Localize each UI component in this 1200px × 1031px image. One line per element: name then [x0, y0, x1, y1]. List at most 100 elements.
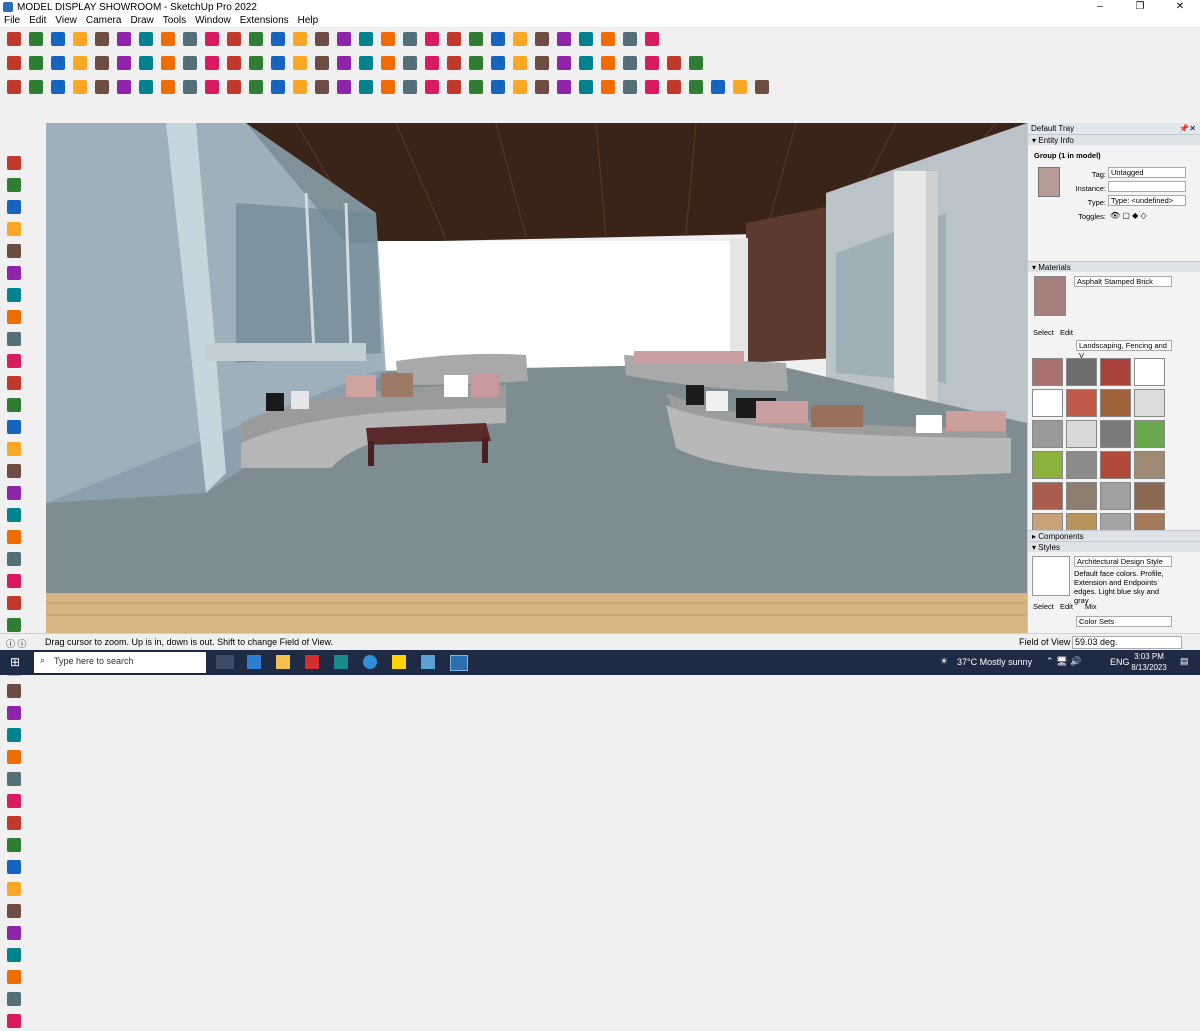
shear-icon[interactable] [290, 78, 309, 97]
styles-section-header[interactable]: ▾ Styles [1028, 541, 1200, 552]
model-viewport[interactable] [46, 123, 1027, 633]
line-icon[interactable] [4, 285, 23, 305]
redo-icon[interactable] [620, 30, 639, 49]
union-icon[interactable] [532, 54, 551, 73]
sun-icon[interactable] [686, 54, 705, 73]
entity-material-swatch[interactable] [1038, 167, 1060, 197]
material-swatch[interactable] [1066, 451, 1097, 479]
clock-date[interactable]: 8/13/2023 [1129, 663, 1169, 672]
material-swatch[interactable] [1134, 420, 1165, 448]
window-icon[interactable] [510, 78, 529, 97]
task-view-icon[interactable] [216, 655, 234, 669]
menu-camera[interactable]: Camera [86, 15, 122, 26]
shapes-icon[interactable] [114, 30, 133, 49]
outer-shell-icon[interactable] [510, 54, 529, 73]
wall-icon[interactable] [466, 78, 485, 97]
move-icon[interactable] [180, 30, 199, 49]
protractor-icon[interactable] [4, 681, 23, 701]
material-swatch[interactable] [1066, 358, 1097, 386]
warehouse-icon[interactable] [532, 30, 551, 49]
trim-icon[interactable] [576, 54, 595, 73]
language-indicator[interactable]: ENG [1110, 657, 1130, 667]
material-name-input[interactable]: Asphalt Stamped Brick [1074, 276, 1172, 287]
section-cuts-icon[interactable] [4, 1011, 23, 1031]
material-swatch[interactable] [1066, 420, 1097, 448]
menu-file[interactable]: File [4, 15, 20, 26]
menu-window[interactable]: Window [195, 15, 231, 26]
material-swatch[interactable] [1100, 482, 1131, 510]
top-icon[interactable] [92, 54, 111, 73]
edge-icon[interactable] [363, 655, 377, 669]
split-icon[interactable] [598, 54, 617, 73]
pan-icon[interactable] [378, 30, 397, 49]
undo-icon[interactable] [598, 30, 617, 49]
protractor-icon[interactable] [334, 30, 353, 49]
rotated-rect-icon[interactable] [4, 351, 23, 371]
store-icon[interactable] [334, 655, 348, 669]
material-swatch[interactable] [1100, 420, 1131, 448]
close-button[interactable]: ✕ [1160, 0, 1200, 14]
loft-icon[interactable] [202, 78, 221, 97]
select-icon[interactable] [26, 30, 45, 49]
views-icon[interactable] [48, 54, 67, 73]
toggles-icons[interactable]: 👁 ▢ ◆ ◇ [1110, 211, 1147, 220]
scale-tool-icon[interactable] [752, 78, 771, 97]
two-point-arc-icon[interactable] [4, 461, 23, 481]
spline-icon[interactable] [180, 78, 199, 97]
file-explorer-icon[interactable] [276, 655, 290, 669]
menu-help[interactable]: Help [298, 15, 319, 26]
windows-start-icon[interactable]: ⊞ [10, 655, 20, 669]
extrude-icon[interactable] [224, 78, 243, 97]
dimension-icon[interactable] [642, 78, 661, 97]
current-material-swatch[interactable] [1034, 276, 1066, 316]
styles-tab-edit[interactable]: Edit [1060, 602, 1073, 611]
subtract-icon[interactable] [554, 54, 573, 73]
materials-tab-select[interactable]: Select [1033, 328, 1054, 337]
align-icon[interactable] [422, 78, 441, 97]
pin-icon[interactable]: 📌✕ [1179, 123, 1196, 134]
menu-tools[interactable]: Tools [163, 15, 186, 26]
rotate-icon[interactable] [202, 30, 221, 49]
label-icon[interactable] [620, 78, 639, 97]
type-dropdown[interactable]: Type: <undefined> [1108, 195, 1186, 206]
push-pull-icon[interactable] [4, 527, 23, 547]
zoom-window-icon[interactable] [400, 30, 419, 49]
paint-icon[interactable] [4, 197, 23, 217]
instance-input[interactable] [1108, 181, 1186, 192]
arc-icon[interactable] [92, 30, 111, 49]
clock-time[interactable]: 3:03 PM [1133, 652, 1165, 661]
material-swatch[interactable] [1032, 420, 1063, 448]
notification-icon[interactable]: ▤ [1180, 656, 1189, 667]
cylinder-icon[interactable] [26, 78, 45, 97]
components-icon[interactable] [4, 241, 23, 261]
push-pull-icon[interactable] [158, 30, 177, 49]
intersect-icon[interactable] [466, 30, 485, 49]
materials-tab-edit[interactable]: Edit [1060, 328, 1073, 337]
zoom-extents-icon[interactable] [4, 857, 23, 877]
fog-icon[interactable] [642, 54, 661, 73]
menu-draw[interactable]: Draw [130, 15, 153, 26]
collection-dropdown[interactable]: Landscaping, Fencing and V [1076, 340, 1172, 360]
shadows-icon[interactable] [664, 54, 683, 73]
material-swatch[interactable] [1134, 389, 1165, 417]
bend-icon[interactable] [268, 78, 287, 97]
materials-section-header[interactable]: ▾ Materials [1028, 261, 1200, 272]
style-collection-dropdown[interactable]: Color Sets [1076, 616, 1172, 627]
weather-icon[interactable]: ☀ [940, 656, 948, 667]
position-camera-icon[interactable] [4, 901, 23, 921]
look-around-icon[interactable] [4, 923, 23, 943]
menu-view[interactable]: View [55, 15, 77, 26]
system-tray-icons[interactable]: ⌃ 🖥 🔊 [1046, 656, 1081, 667]
sphere-icon[interactable] [70, 78, 89, 97]
taskbar-search-box[interactable]: ⌕ Type here to search [34, 652, 206, 673]
material-swatch[interactable] [1134, 451, 1165, 479]
zoom-extents-icon[interactable] [422, 30, 441, 49]
soften-icon[interactable] [708, 78, 727, 97]
look-icon[interactable] [400, 54, 419, 73]
shaded-icon[interactable] [268, 54, 287, 73]
axes-icon[interactable] [4, 725, 23, 745]
weld-icon[interactable] [730, 78, 749, 97]
walk-icon[interactable] [4, 945, 23, 965]
material-swatch[interactable] [1134, 358, 1165, 386]
paint-icon[interactable] [136, 30, 155, 49]
